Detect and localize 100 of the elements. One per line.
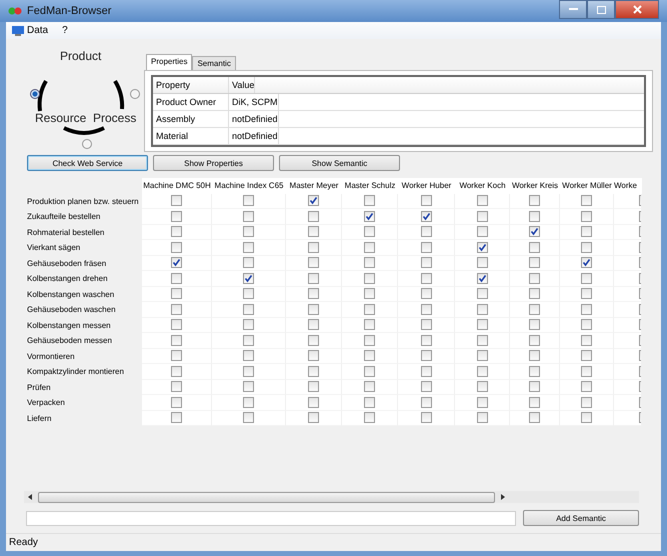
checkbox[interactable] [529,396,540,408]
checkbox[interactable] [364,304,375,315]
checkbox[interactable] [243,242,254,253]
checkbox[interactable] [581,210,592,222]
checkbox[interactable] [171,412,182,424]
checkbox[interactable] [420,272,432,284]
checkbox[interactable] [171,210,182,222]
checkbox[interactable] [476,350,488,362]
checkbox[interactable] [308,412,319,424]
action-button[interactable]: Check Web Service [27,155,148,171]
checkbox[interactable] [476,242,488,253]
action-button[interactable]: Show Properties [153,155,274,171]
checkbox[interactable] [420,257,432,268]
checkbox[interactable] [581,226,592,238]
semantic-input-field[interactable] [26,510,516,526]
checkbox[interactable] [243,319,254,330]
checkbox[interactable] [171,334,182,346]
checkbox[interactable] [476,288,488,300]
radio-button[interactable] [82,139,92,149]
checkbox[interactable] [243,381,254,392]
checkbox[interactable] [529,350,540,362]
checkbox[interactable] [171,319,182,330]
checkbox[interactable] [243,272,254,284]
checkbox[interactable] [529,288,540,300]
scroll-right-icon[interactable] [500,494,505,500]
checkbox[interactable] [364,334,375,346]
checkbox[interactable] [529,381,540,392]
checkbox[interactable] [364,366,375,377]
checkbox[interactable] [243,396,254,408]
checkbox[interactable] [529,257,540,268]
minimize-button[interactable] [559,0,587,19]
checkbox[interactable] [364,412,375,424]
checkbox[interactable] [476,272,488,284]
checkbox[interactable] [420,334,432,346]
checkbox[interactable] [243,257,254,268]
checkbox[interactable] [581,272,592,284]
checkbox[interactable] [529,412,540,424]
checkbox[interactable] [243,195,254,206]
checkbox[interactable] [243,334,254,346]
checkbox[interactable] [364,396,375,408]
checkbox[interactable] [476,195,488,206]
checkbox[interactable] [364,195,375,206]
checkbox[interactable] [243,210,254,222]
checkbox[interactable] [529,304,540,315]
tab[interactable]: Properties [146,54,192,70]
checkbox[interactable] [529,334,540,346]
checkbox[interactable] [171,366,182,377]
checkbox[interactable] [420,412,432,424]
checkbox[interactable] [420,226,432,238]
checkbox[interactable] [364,272,375,284]
checkbox[interactable] [581,319,592,330]
checkbox[interactable] [420,195,432,206]
checkbox[interactable] [171,396,182,408]
checkbox[interactable] [171,381,182,392]
checkbox[interactable] [581,366,592,377]
checkbox[interactable] [364,381,375,392]
checkbox[interactable] [529,210,540,222]
checkbox[interactable] [529,272,540,284]
checkbox[interactable] [308,319,319,330]
scroll-left-icon[interactable] [28,494,33,500]
checkbox[interactable] [581,334,592,346]
radio-button[interactable] [130,89,140,99]
menu-item[interactable]: Data [12,25,48,36]
checkbox[interactable] [420,350,432,362]
checkbox[interactable] [364,226,375,238]
checkbox[interactable] [308,272,319,284]
checkbox[interactable] [581,412,592,424]
checkbox[interactable] [243,226,254,238]
radio-button[interactable] [30,89,40,99]
checkbox[interactable] [308,242,319,253]
close-button[interactable] [615,0,659,19]
checkbox[interactable] [308,210,319,222]
scrollbar-thumb[interactable] [38,492,495,502]
checkbox[interactable] [581,195,592,206]
checkbox[interactable] [243,350,254,362]
checkbox[interactable] [243,366,254,377]
checkbox[interactable] [420,288,432,300]
checkbox[interactable] [308,334,319,346]
checkbox[interactable] [420,381,432,392]
action-button[interactable]: Show Semantic [279,155,400,171]
horizontal-scrollbar[interactable] [24,491,639,503]
checkbox[interactable] [171,350,182,362]
checkbox[interactable] [581,242,592,253]
checkbox[interactable] [308,226,319,238]
checkbox[interactable] [171,257,182,268]
menu-item[interactable]: ? [62,25,68,36]
checkbox[interactable] [171,288,182,300]
checkbox[interactable] [420,210,432,222]
checkbox[interactable] [171,304,182,315]
checkbox[interactable] [581,288,592,300]
checkbox[interactable] [171,226,182,238]
checkbox[interactable] [364,319,375,330]
checkbox[interactable] [420,396,432,408]
checkbox[interactable] [529,366,540,377]
tab[interactable]: Semantic [192,56,236,70]
checkbox[interactable] [476,366,488,377]
checkbox[interactable] [243,304,254,315]
checkbox[interactable] [171,272,182,284]
checkbox[interactable] [476,257,488,268]
checkbox[interactable] [420,242,432,253]
